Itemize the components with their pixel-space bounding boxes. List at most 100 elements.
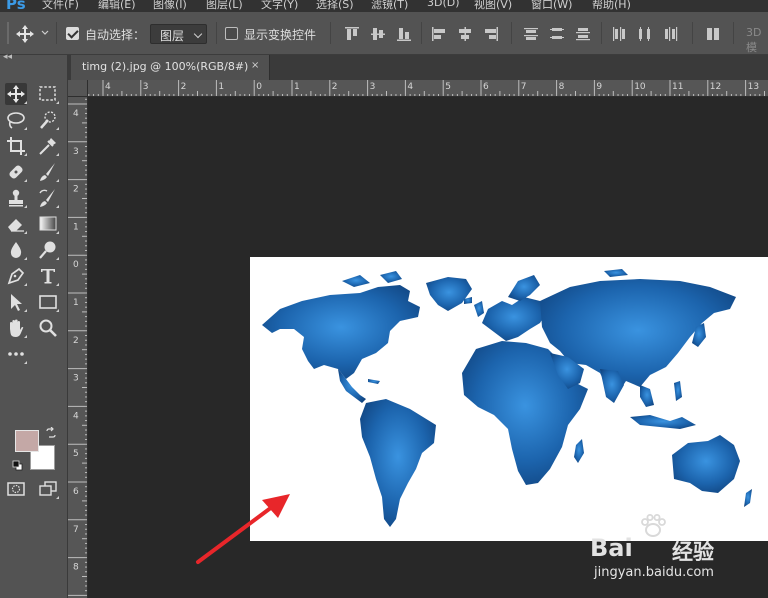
- ruler-label: 1: [73, 222, 79, 232]
- ruler-label: 4: [73, 411, 79, 421]
- move-tool[interactable]: [5, 83, 27, 105]
- rectangle-tool[interactable]: [37, 291, 59, 313]
- separator: [511, 22, 512, 44]
- distribute-vertical-center-icon[interactable]: [549, 26, 565, 42]
- align-top-icon[interactable]: [344, 26, 360, 42]
- ruler-label: 6: [73, 487, 79, 497]
- distribute-top-icon[interactable]: [523, 26, 539, 42]
- magnifier-icon: [39, 319, 57, 337]
- move-tool-icon[interactable]: [14, 24, 36, 44]
- blur-tool[interactable]: [5, 239, 27, 261]
- ruler-label: 5: [73, 449, 79, 459]
- watermark: Bai 经验 jingyan.baidu.com: [590, 512, 768, 598]
- show-transform-checkbox[interactable]: [225, 27, 238, 40]
- crop-tool[interactable]: [5, 135, 27, 157]
- gradient-tool[interactable]: [37, 213, 59, 235]
- world-map-continents: [262, 269, 752, 527]
- ruler-label: 2: [332, 82, 338, 92]
- close-icon[interactable]: ×: [251, 60, 259, 71]
- options-grip: [7, 22, 9, 44]
- swap-colors-icon[interactable]: [45, 427, 57, 439]
- default-colors-icon[interactable]: [12, 460, 23, 471]
- paw-logo-icon: [641, 514, 666, 537]
- tools-panel: ◂◂: [0, 52, 68, 598]
- healing-brush-tool[interactable]: [5, 161, 27, 183]
- marquee-tool[interactable]: [37, 83, 59, 105]
- screen-mode-button[interactable]: [37, 478, 59, 500]
- annotation-arrow: [196, 494, 290, 564]
- horizontal-ruler[interactable]: 4 3 2 1 0 1 2 3 4 5 6 7 8 9 10 11 12 13: [88, 80, 768, 97]
- document-tab[interactable]: timg (2).jpg @ 100%(RGB/8#) ×: [71, 55, 270, 80]
- ruler-label: 8: [73, 563, 79, 573]
- align-vertical-center-icon[interactable]: [370, 26, 386, 42]
- menu-image[interactable]: 图像(I): [153, 0, 187, 12]
- ruler-origin[interactable]: [68, 80, 88, 97]
- edit-toolbar-button[interactable]: [5, 343, 27, 365]
- brush-tool[interactable]: [37, 161, 59, 183]
- ruler-label: 10: [634, 82, 646, 92]
- hand-tool[interactable]: [5, 317, 27, 339]
- auto-select-dropdown[interactable]: 图层: [150, 24, 207, 44]
- menu-help[interactable]: 帮助(H): [592, 0, 631, 12]
- lasso-tool[interactable]: [5, 109, 27, 131]
- ruler-label: 1: [294, 82, 300, 92]
- vertical-ruler-ticks: 4 3 2 1 0 1 2 3 4 5 6 7 8: [68, 98, 87, 596]
- menu-type[interactable]: 文字(Y): [261, 0, 298, 12]
- type-tool[interactable]: [37, 265, 59, 287]
- menu-filter[interactable]: 滤镜(T): [371, 0, 408, 12]
- separator: [330, 22, 331, 44]
- menu-3d[interactable]: 3D(D): [427, 0, 460, 9]
- clone-stamp-tool[interactable]: [5, 187, 27, 209]
- distribute-right-icon[interactable]: [663, 26, 679, 42]
- distribute-horizontal-center-icon[interactable]: [637, 26, 653, 42]
- world-map-image: [262, 269, 752, 527]
- menu-file[interactable]: 文件(F): [42, 0, 79, 12]
- chevron-down-icon: [193, 29, 203, 39]
- document-image[interactable]: [250, 257, 768, 541]
- align-right-icon[interactable]: [483, 26, 499, 42]
- align-bottom-icon[interactable]: [396, 26, 412, 42]
- ruler-label: 4: [73, 109, 79, 119]
- ruler-label: 5: [445, 82, 451, 92]
- ruler-label: 11: [672, 82, 683, 92]
- quick-selection-tool[interactable]: [37, 109, 59, 131]
- menu-window[interactable]: 窗口(W): [531, 0, 572, 12]
- ruler-label: 1: [218, 82, 224, 92]
- ruler-label: 3: [143, 82, 149, 92]
- menu-edit[interactable]: 编辑(E): [98, 0, 136, 12]
- ruler-label: 8: [559, 82, 565, 92]
- menu-select[interactable]: 选择(S): [316, 0, 354, 12]
- quick-mask-button[interactable]: [5, 478, 27, 500]
- vertical-ruler[interactable]: 4 3 2 1 0 1 2 3 4 5 6 7 8: [68, 97, 88, 598]
- auto-align-layers-icon[interactable]: [705, 26, 721, 42]
- align-left-icon[interactable]: [431, 26, 447, 42]
- eyedropper-tool[interactable]: [37, 135, 59, 157]
- history-brush-tool[interactable]: [37, 187, 59, 209]
- zoom-tool[interactable]: [37, 317, 59, 339]
- ruler-label: 1: [73, 298, 79, 308]
- path-selection-tool[interactable]: [5, 291, 27, 313]
- distribute-left-icon[interactable]: [611, 26, 627, 42]
- menu-layer[interactable]: 图层(L): [206, 0, 243, 12]
- foreground-color-swatch[interactable]: [15, 430, 39, 452]
- ruler-label: 3: [73, 147, 79, 157]
- watermark-brand-cn: 经验: [672, 540, 714, 564]
- pen-tool[interactable]: [5, 265, 27, 287]
- show-transform-label: 显示变换控件: [244, 28, 317, 42]
- ruler-label: 6: [483, 82, 489, 92]
- collapse-panel-icon[interactable]: ◂◂: [3, 52, 12, 62]
- menu-view[interactable]: 视图(V): [474, 0, 512, 12]
- separator: [601, 22, 602, 44]
- document-tab-title: timg (2).jpg @ 100%(RGB/8#): [82, 60, 249, 73]
- auto-select-value: 图层: [160, 29, 185, 43]
- auto-select-label: 自动选择：: [85, 28, 146, 42]
- separator: [733, 22, 734, 44]
- dodge-tool[interactable]: [37, 239, 59, 261]
- align-horizontal-center-icon[interactable]: [457, 26, 473, 42]
- eraser-tool[interactable]: [5, 213, 27, 235]
- ruler-label: 7: [521, 82, 527, 92]
- distribute-bottom-icon[interactable]: [575, 26, 591, 42]
- tool-preset-caret-icon[interactable]: [41, 29, 49, 37]
- auto-select-checkbox[interactable]: [66, 27, 79, 40]
- watermark-brand: Bai: [590, 534, 633, 562]
